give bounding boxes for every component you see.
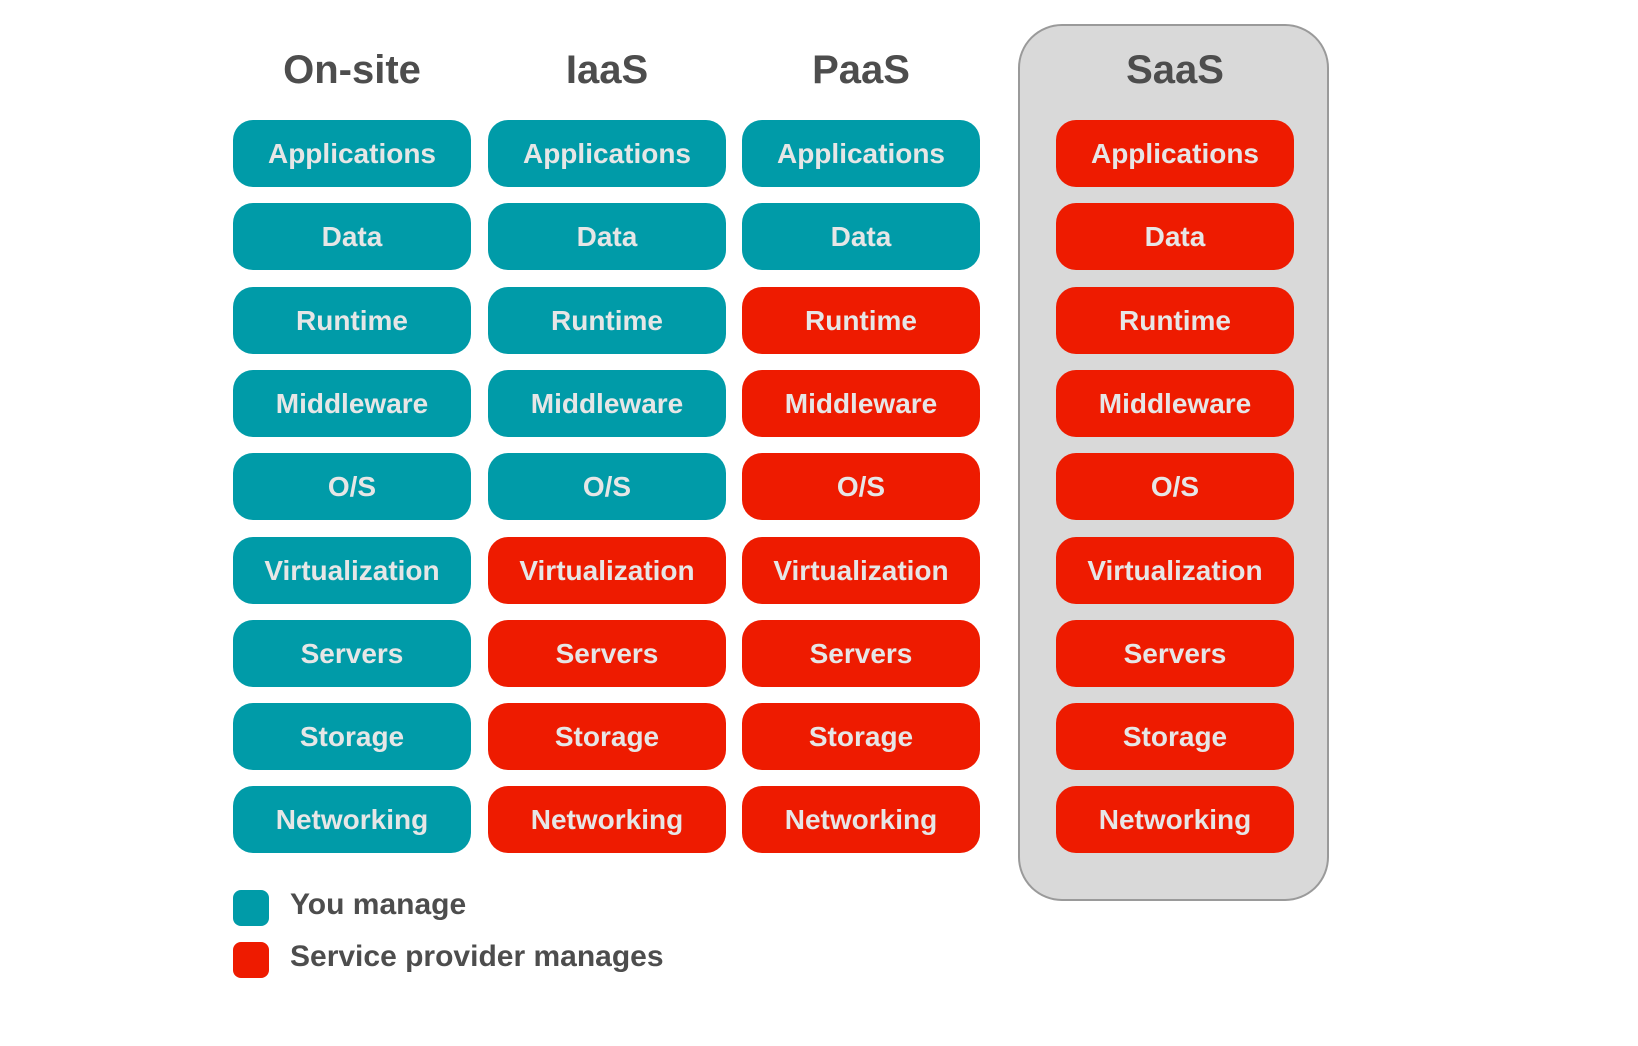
legend-swatch-you-manage	[233, 890, 269, 926]
layer-cell-on-site-runtime: Runtime	[233, 287, 471, 354]
layer-cell-paas-storage: Storage	[742, 703, 980, 770]
layer-cell-paas-servers: Servers	[742, 620, 980, 687]
legend-label-provider-manages: Service provider manages	[290, 940, 664, 973]
layer-cell-paas-middleware: Middleware	[742, 370, 980, 437]
layer-cell-on-site-data: Data	[233, 203, 471, 270]
layer-cell-saas-runtime: Runtime	[1056, 287, 1294, 354]
layer-cell-on-site-servers: Servers	[233, 620, 471, 687]
layer-cell-on-site-storage: Storage	[233, 703, 471, 770]
layer-cell-iaas-applications: Applications	[488, 120, 726, 187]
layer-cell-paas-os: O/S	[742, 453, 980, 520]
layer-cell-paas-networking: Networking	[742, 786, 980, 853]
column-title-on-site: On-site	[283, 48, 421, 92]
legend-label-you-manage: You manage	[290, 888, 467, 921]
layer-cell-paas-virtualization: Virtualization	[742, 537, 980, 604]
legend-swatch-provider-manages	[233, 942, 269, 978]
layer-cell-iaas-storage: Storage	[488, 703, 726, 770]
layer-cell-paas-runtime: Runtime	[742, 287, 980, 354]
layer-cell-on-site-middleware: Middleware	[233, 370, 471, 437]
layer-cell-saas-storage: Storage	[1056, 703, 1294, 770]
layer-cell-iaas-virtualization: Virtualization	[488, 537, 726, 604]
layer-cell-iaas-data: Data	[488, 203, 726, 270]
layer-cell-saas-applications: Applications	[1056, 120, 1294, 187]
layer-cell-saas-networking: Networking	[1056, 786, 1294, 853]
layer-cell-on-site-virtualization: Virtualization	[233, 537, 471, 604]
layer-cell-iaas-networking: Networking	[488, 786, 726, 853]
layer-cell-iaas-servers: Servers	[488, 620, 726, 687]
layer-cell-saas-virtualization: Virtualization	[1056, 537, 1294, 604]
column-title-paas: PaaS	[812, 48, 910, 92]
layer-cell-saas-os: O/S	[1056, 453, 1294, 520]
layer-cell-saas-servers: Servers	[1056, 620, 1294, 687]
layer-cell-paas-data: Data	[742, 203, 980, 270]
layer-cell-saas-middleware: Middleware	[1056, 370, 1294, 437]
layer-cell-on-site-applications: Applications	[233, 120, 471, 187]
column-title-saas: SaaS	[1126, 48, 1224, 92]
column-title-iaas: IaaS	[565, 48, 649, 92]
layer-cell-iaas-runtime: Runtime	[488, 287, 726, 354]
layer-cell-paas-applications: Applications	[742, 120, 980, 187]
layer-cell-saas-data: Data	[1056, 203, 1294, 270]
layer-cell-on-site-os: O/S	[233, 453, 471, 520]
layer-cell-iaas-middleware: Middleware	[488, 370, 726, 437]
layer-cell-iaas-os: O/S	[488, 453, 726, 520]
layer-cell-on-site-networking: Networking	[233, 786, 471, 853]
